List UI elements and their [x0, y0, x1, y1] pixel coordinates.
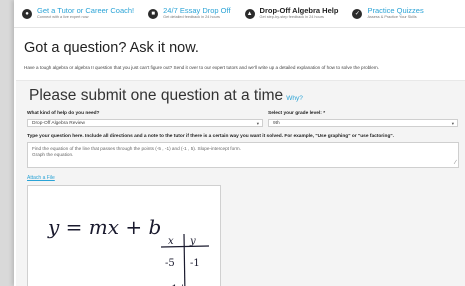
grade-value: 9th: [273, 121, 280, 126]
intro-text: Have a tough algebra or algebra II quest…: [24, 65, 379, 70]
uploaded-image: y = mx + b x y -5 -1 -1 |: [27, 185, 221, 286]
grade-select[interactable]: 9th ▾: [268, 119, 458, 127]
quiz-icon: ✓: [352, 8, 363, 19]
sketch-row1-y: -1: [190, 258, 200, 269]
nav-essay[interactable]: ■ 24/7 Essay Drop Off Get detailed feedb…: [148, 7, 231, 20]
question-textarea[interactable]: Find the equation of the line that passe…: [27, 142, 459, 168]
sketch-row1-x: -5: [165, 258, 175, 269]
sketch-equation: y = mx + b: [47, 215, 161, 239]
nav-algebra-title[interactable]: Drop-Off Algebra Help: [260, 7, 339, 15]
attach-file-link[interactable]: Attach a File: [27, 175, 55, 181]
grade-label: Select your grade level: *: [268, 111, 326, 116]
help-type-select[interactable]: Drop-Off Algebra Review ▾: [27, 119, 263, 127]
nav-quizzes-title[interactable]: Practice Quizzes: [367, 7, 423, 15]
form-title: Please submit one question at a time Why?: [29, 87, 465, 105]
question-label: Type your question here. Include all dir…: [27, 134, 394, 139]
handwritten-sketch: y = mx + b x y -5 -1 -1 |: [47, 215, 210, 286]
algebra-icon: ▲: [244, 8, 255, 19]
nav-algebra[interactable]: ▲ Drop-Off Algebra Help Get step-by-step…: [244, 7, 339, 20]
page-title: Got a question? Ask it now.: [24, 40, 199, 56]
help-type-label: What kind of help do you need?: [27, 111, 100, 116]
nav-essay-sub: Get detailed feedback in 24 hours: [163, 15, 220, 19]
nav-tutor[interactable]: ● Get a Tutor or Career Coach! Connect w…: [22, 7, 134, 20]
form-title-text: Please submit one question at a time: [29, 87, 284, 104]
sketch-x-header: x: [168, 236, 174, 247]
sketch-table-vline: [183, 233, 186, 286]
resize-handle-icon[interactable]: ∕: [455, 160, 456, 166]
nav-essay-title[interactable]: 24/7 Essay Drop Off: [163, 7, 230, 15]
document-icon: ■: [148, 8, 159, 19]
why-link[interactable]: Why?: [286, 95, 303, 102]
nav-quizzes-sub: Assess & Practice Your Skills: [367, 15, 417, 19]
help-type-value: Drop-Off Algebra Review: [32, 121, 85, 126]
top-nav: ● Get a Tutor or Career Coach! Connect w…: [14, 0, 465, 28]
page: ● Get a Tutor or Career Coach! Connect w…: [14, 0, 465, 286]
question-form: Please submit one question at a time Why?…: [16, 80, 465, 286]
nav-quizzes[interactable]: ✓ Practice Quizzes Assess & Practice You…: [352, 7, 424, 20]
person-icon: ●: [22, 8, 32, 19]
nav-tutor-sub: Connect with a live expert now: [37, 15, 89, 19]
nav-algebra-sub: Get step-by-step feedback in 24 hours: [259, 15, 324, 19]
chevron-down-icon: ▾: [451, 121, 454, 126]
chevron-down-icon: ▾: [256, 121, 259, 126]
nav-tutor-title[interactable]: Get a Tutor or Career Coach!: [37, 7, 134, 15]
question-line-2: Graph the equation.: [32, 152, 74, 157]
sketch-y-header: y: [189, 236, 196, 247]
